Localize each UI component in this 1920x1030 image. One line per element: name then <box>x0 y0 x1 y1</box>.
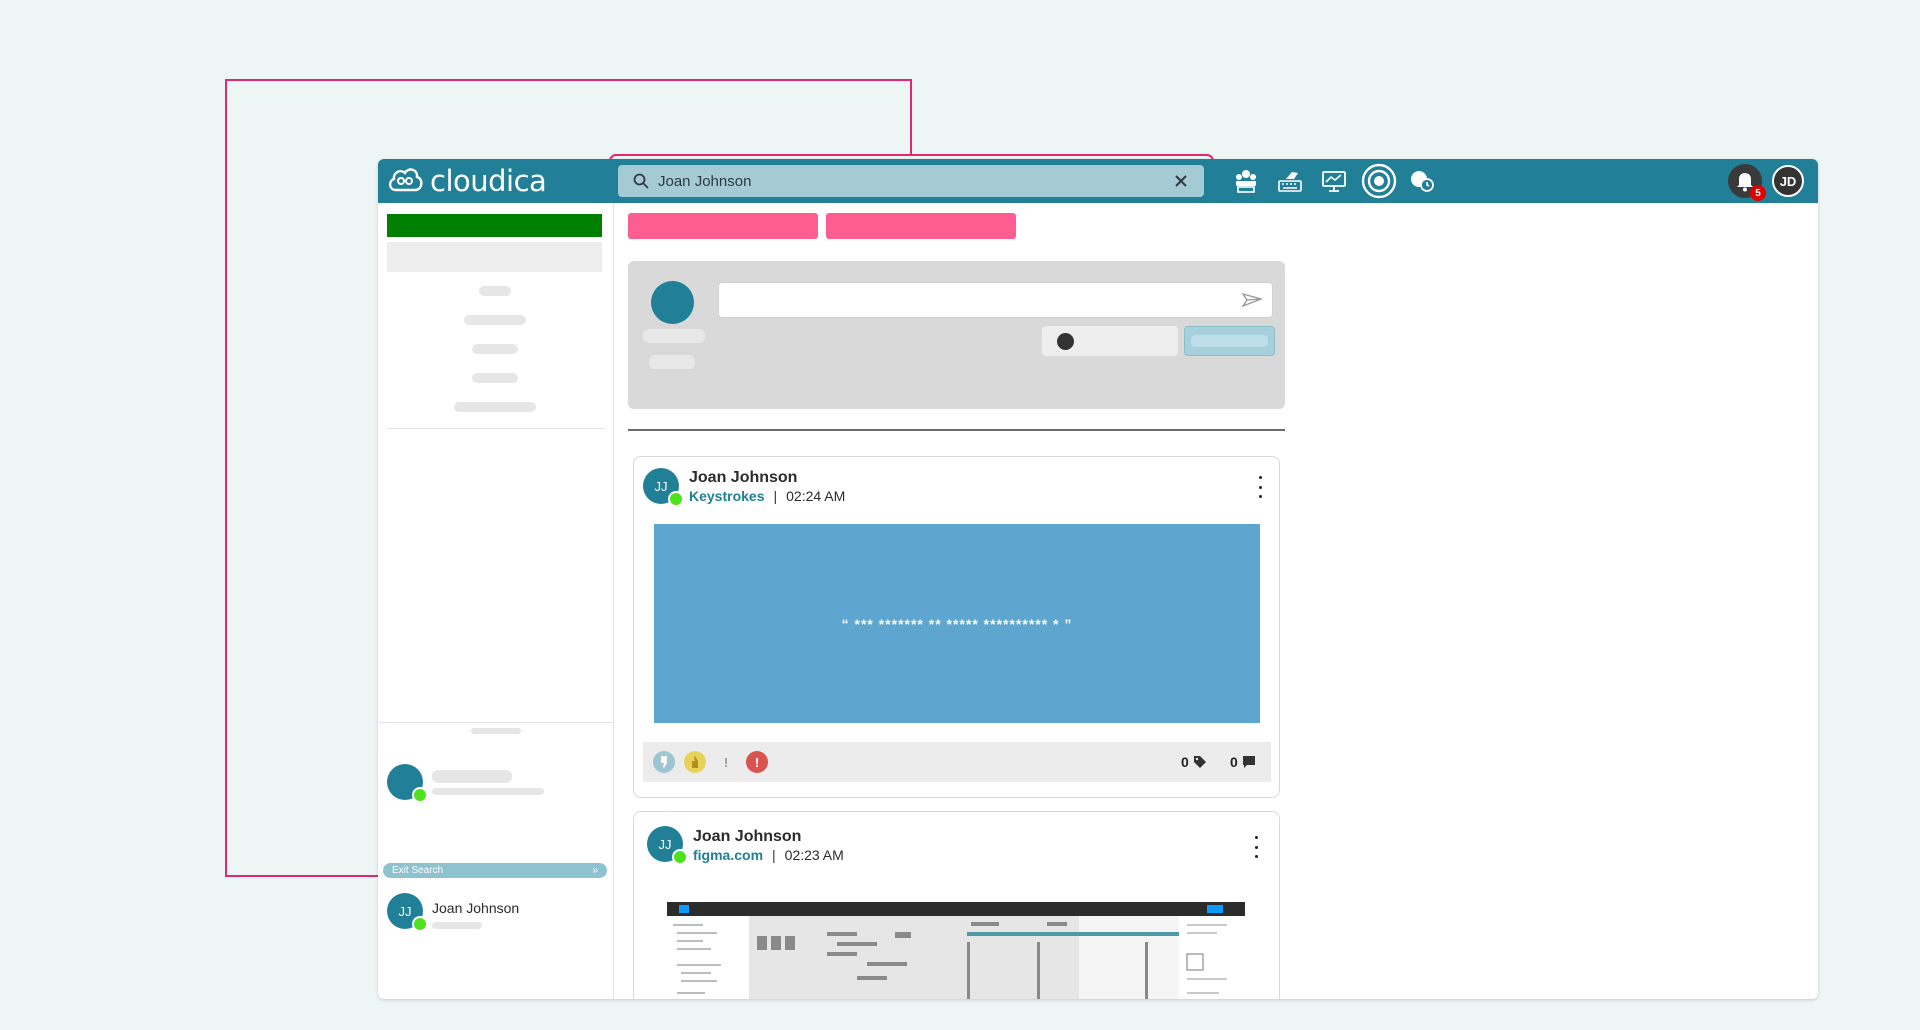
sidebar-placeholder-line <box>472 373 518 383</box>
figma-screenshot-thumbnail <box>667 902 1245 999</box>
double-chevron-right-icon: » <box>592 865 598 876</box>
online-status-dot <box>412 787 428 803</box>
composer-avatar <box>651 281 694 324</box>
sidebar-placeholder-line <box>464 315 526 325</box>
screenshot-image <box>667 902 1245 999</box>
more-options-icon[interactable] <box>1255 476 1265 498</box>
tag-icon <box>1193 756 1206 768</box>
tag-count[interactable]: 0 <box>1181 754 1207 770</box>
post-author-avatar[interactable]: JJ <box>647 826 688 865</box>
exit-search-button[interactable]: Exit Search » <box>383 863 607 878</box>
people-desk-icon[interactable] <box>1231 167 1261 195</box>
notification-count-badge: 5 <box>1750 185 1766 201</box>
avatar-initials: JJ <box>654 478 668 494</box>
composer-placeholder-line <box>649 355 695 369</box>
app-window: cloudica Joan Johnson 5 JD Exit Search »… <box>378 159 1818 999</box>
post-meta: Keystrokes | 02:24 AM <box>689 488 845 504</box>
sidebar-placeholder-block <box>387 242 602 272</box>
post-author-name[interactable]: Joan Johnson <box>693 828 801 846</box>
sidebar-user-avatar[interactable] <box>387 764 428 803</box>
search-result-avatar[interactable]: JJ <box>387 893 428 932</box>
feed-divider <box>628 429 1285 431</box>
close-icon[interactable] <box>1170 170 1192 192</box>
toggle-knob <box>1057 333 1074 350</box>
thumbs-up-icon[interactable] <box>684 751 706 773</box>
cloud-logo-icon <box>388 168 423 192</box>
sidebar-placeholder-line <box>432 770 512 783</box>
post-author-name[interactable]: Joan Johnson <box>689 469 797 487</box>
exclamation-icon[interactable]: ! <box>715 751 737 773</box>
post-time: 02:24 AM <box>786 488 846 504</box>
post-quote: “ *** ******* ** ***** ********** * ” <box>654 524 1260 723</box>
composer-toggle[interactable] <box>1042 326 1178 356</box>
online-status-dot <box>672 849 688 865</box>
avatar-initials: JJ <box>398 903 412 919</box>
sidebar-drag-handle[interactable] <box>471 728 521 734</box>
send-icon[interactable] <box>1242 292 1262 310</box>
sidebar-placeholder-line <box>432 922 482 929</box>
search-result-name[interactable]: Joan Johnson <box>432 900 519 916</box>
tab-2[interactable] <box>826 213 1016 239</box>
exit-search-label: Exit Search <box>392 865 444 876</box>
search-icon <box>633 173 649 189</box>
comment-count-value: 0 <box>1230 754 1238 770</box>
user-avatar[interactable]: JD <box>1772 165 1804 197</box>
more-options-icon[interactable] <box>1251 836 1261 858</box>
post-author-avatar[interactable]: JJ <box>643 468 684 507</box>
post-footer: ! ! 0 0 <box>643 742 1271 782</box>
tag-count-value: 0 <box>1181 754 1189 770</box>
keyboard-hand-icon[interactable] <box>1275 167 1305 195</box>
thumbs-down-icon[interactable] <box>653 751 675 773</box>
online-status-dot <box>412 916 428 932</box>
comment-count[interactable]: 0 <box>1230 754 1256 770</box>
post-source[interactable]: figma.com <box>693 847 763 863</box>
sidebar-divider <box>378 722 614 723</box>
post-source[interactable]: Keystrokes <box>689 488 765 504</box>
post-card: JJ Joan Johnson figma.com | 02:23 AM <box>633 811 1280 999</box>
avatar-initials: JJ <box>658 836 672 852</box>
post-time: 02:23 AM <box>784 847 844 863</box>
person-clock-icon[interactable] <box>1407 167 1437 195</box>
logo-text: cloudica <box>430 164 547 198</box>
sidebar-divider <box>387 428 605 429</box>
composer-placeholder-line <box>643 329 705 343</box>
tab-1[interactable] <box>628 213 818 239</box>
search-bar[interactable] <box>618 165 1204 197</box>
notification-bell-icon[interactable]: 5 <box>1728 164 1766 201</box>
comment-icon <box>1242 756 1255 768</box>
post-composer <box>628 261 1285 409</box>
meta-separator: | <box>773 488 778 504</box>
sidebar-placeholder-line <box>479 286 511 296</box>
alert-icon[interactable]: ! <box>746 751 768 773</box>
post-card: JJ Joan Johnson Keystrokes | 02:24 AM “ … <box>633 456 1280 798</box>
sidebar-placeholder-line <box>472 344 518 354</box>
meta-separator: | <box>772 847 776 863</box>
monitor-chart-icon[interactable] <box>1319 167 1349 195</box>
sidebar-highlight-bar[interactable] <box>387 214 602 237</box>
sidebar-placeholder-line <box>454 402 536 412</box>
sidebar: Exit Search » JJ Joan Johnson <box>378 203 614 999</box>
post-meta: figma.com | 02:23 AM <box>693 847 844 863</box>
sidebar-placeholder-line <box>432 788 544 795</box>
radar-circle-icon[interactable] <box>1361 163 1397 199</box>
logo[interactable]: cloudica <box>386 163 547 199</box>
search-input[interactable] <box>658 172 1170 190</box>
composer-submit-button[interactable] <box>1184 326 1275 356</box>
top-bar: cloudica Joan Johnson 5 JD <box>378 159 1818 203</box>
composer-input[interactable] <box>718 282 1273 318</box>
online-status-dot <box>668 491 684 507</box>
